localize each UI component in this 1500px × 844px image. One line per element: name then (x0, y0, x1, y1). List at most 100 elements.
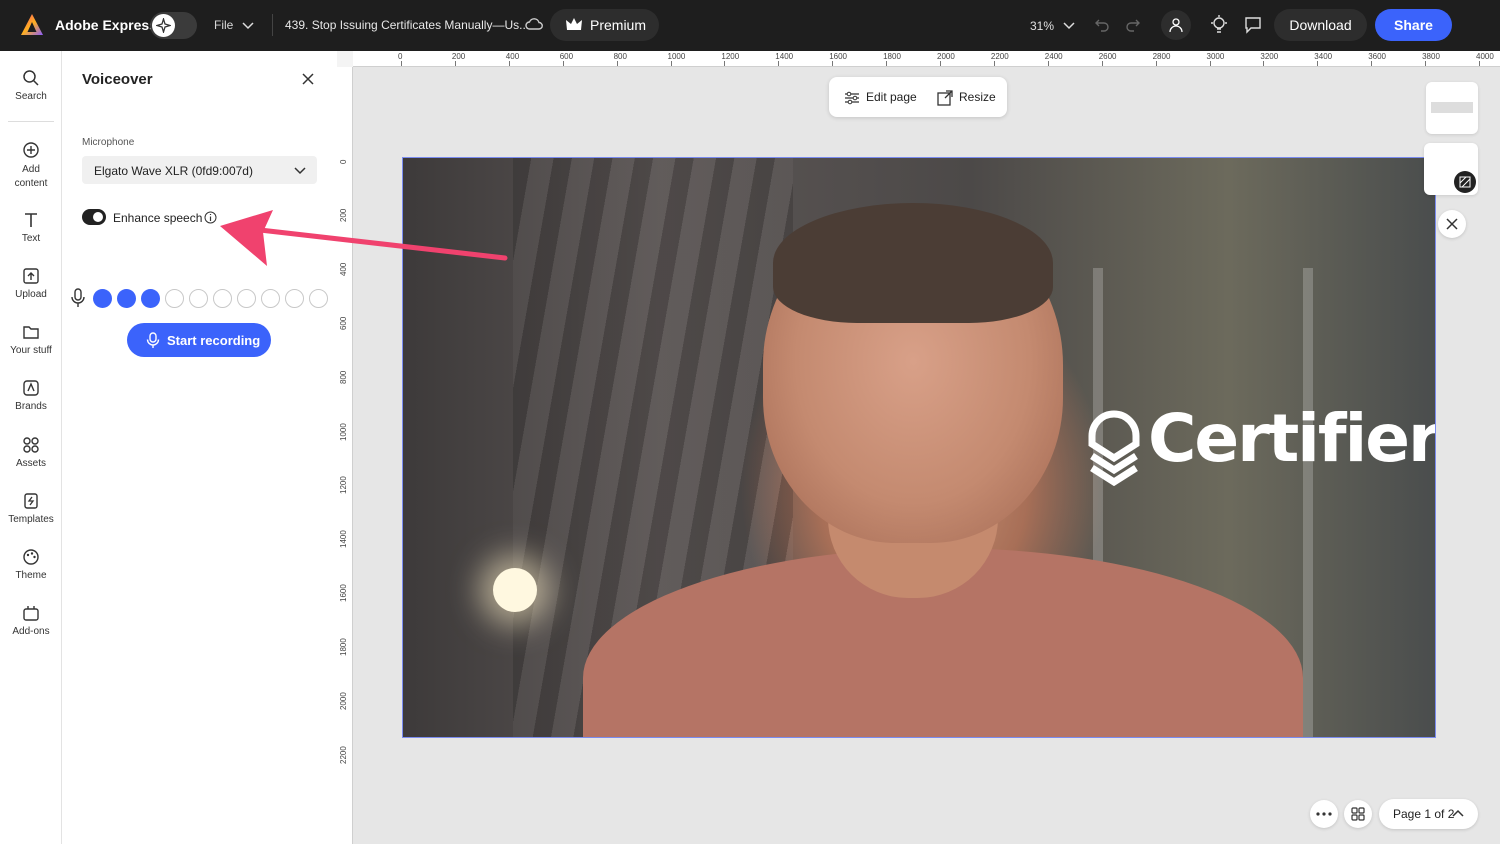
document-title[interactable]: 439. Stop Issuing Certificates Manually—… (285, 18, 529, 32)
voiceover-panel: Voiceover Microphone Elgato Wave XLR (0f… (62, 51, 337, 844)
microphone-icon (71, 288, 85, 307)
ruler-tick-label: 600 (559, 52, 574, 61)
text-icon (25, 213, 37, 227)
cloud-sync-icon[interactable] (525, 16, 543, 32)
chevron-down-icon[interactable] (1062, 18, 1076, 32)
close-panel-button[interactable] (1438, 210, 1466, 238)
ruler-tick (454, 61, 456, 66)
assets-icon (23, 437, 39, 453)
level-dot (309, 289, 328, 308)
ruler-tick (993, 61, 995, 66)
rail-label: Assets (15, 458, 46, 469)
ruler-tick-label: 3600 (1368, 52, 1386, 61)
level-dot (141, 289, 160, 308)
level-dot (117, 289, 136, 308)
close-icon (1446, 218, 1458, 230)
download-button[interactable]: Download (1274, 9, 1367, 41)
ruler-tick-label: 200 (451, 52, 466, 61)
workspace-switch[interactable] (150, 12, 197, 39)
ruler-tick-label: 1400 (775, 52, 794, 61)
ruler-tick (1047, 61, 1049, 66)
person-hair (773, 203, 1053, 323)
rail-label: Theme (15, 570, 47, 581)
rail-item-your-stuff[interactable]: Your stuff (0, 323, 62, 356)
page-thumbnail-2[interactable] (1424, 143, 1478, 195)
ruler-tick-label: 2400 (1044, 52, 1063, 61)
close-icon[interactable] (301, 72, 315, 86)
ruler-tick (616, 61, 618, 66)
resize-button[interactable]: Resize (937, 90, 996, 106)
start-recording-label: Start recording (167, 333, 261, 348)
adobe-express-logo-icon[interactable] (20, 13, 44, 37)
rail-item-add-content[interactable]: Add content (0, 141, 62, 191)
grid-view-button[interactable] (1344, 800, 1372, 828)
rail-item-add-ons[interactable]: Add-ons (0, 604, 62, 637)
rail-item-text[interactable]: Text (0, 211, 62, 244)
ruler-tick-label: 3800 (1422, 52, 1440, 61)
ruler-tick-label: 2200 (990, 52, 1009, 61)
ruler-tick-label: 1000 (339, 422, 348, 441)
ruler-tick-label: 1000 (667, 52, 686, 61)
microphone-select[interactable]: Elgato Wave XLR (0fd9:007d) (82, 156, 317, 184)
rail-item-assets[interactable]: Assets (0, 436, 62, 469)
ruler-tick (401, 61, 402, 66)
ruler-tick-label: 1800 (883, 52, 901, 61)
ruler-tick (832, 61, 834, 66)
enhance-speech-toggle[interactable] (82, 209, 106, 225)
comment-icon[interactable] (1244, 16, 1262, 34)
edit-page-button[interactable]: Edit page (844, 90, 917, 105)
rail-label: Search (15, 91, 47, 102)
rail-item-templates[interactable]: Templates (0, 492, 62, 525)
redo-icon[interactable] (1125, 17, 1141, 33)
ruler-tick-label: 2200 (339, 746, 348, 764)
page-navigator[interactable]: Page 1 of 2 (1379, 799, 1478, 829)
chevron-up-icon (1452, 809, 1464, 817)
ruler-tick (1209, 61, 1211, 66)
ruler-tick (562, 61, 564, 66)
ruler-tick-label: 2000 (937, 52, 955, 61)
palette-icon (23, 549, 39, 565)
canvas-toolbar: Edit page Resize (829, 77, 1007, 117)
rail-item-theme[interactable]: Theme (0, 548, 62, 581)
chevron-down-icon (294, 167, 306, 175)
ruler-tick (1155, 61, 1157, 66)
start-recording-button[interactable]: Start recording (127, 323, 271, 357)
person-add-icon (1169, 18, 1183, 33)
ruler-tick (886, 61, 888, 66)
microphone-icon (146, 332, 160, 348)
premium-button[interactable]: Premium (550, 9, 659, 41)
collaborate-button[interactable] (1161, 10, 1191, 40)
ruler-tick-label: 2000 (339, 692, 348, 710)
ruler-tick-label: 3000 (1206, 52, 1225, 61)
sparkle-icon (156, 18, 171, 33)
rail-item-search[interactable]: Search (0, 69, 62, 102)
share-button[interactable]: Share (1375, 9, 1452, 41)
ruler-tick (670, 61, 672, 66)
folder-icon (23, 326, 39, 339)
page-thumbnail-1[interactable] (1426, 82, 1478, 134)
ruler-tick-label: 1600 (829, 52, 847, 61)
more-horizontal-icon (1316, 812, 1332, 816)
more-options-button[interactable] (1310, 800, 1338, 828)
edit-page-label: Edit page (866, 90, 917, 104)
zoom-level[interactable]: 31% (1030, 19, 1054, 33)
ruler-tick-label: 2800 (1152, 52, 1171, 61)
rail-item-brands[interactable]: Brands (0, 379, 62, 412)
undo-icon[interactable] (1094, 17, 1110, 33)
design-canvas[interactable]: Certifier (402, 157, 1436, 738)
ruler-tick (1101, 61, 1103, 66)
level-dot (189, 289, 208, 308)
level-dot (93, 289, 112, 308)
lightbulb-icon[interactable] (1210, 15, 1228, 35)
rail-label: Your stuff (10, 345, 52, 356)
divider (272, 14, 273, 36)
resize-label: Resize (959, 90, 996, 105)
rail-label: Add-ons (12, 626, 50, 637)
chevron-down-icon[interactable] (241, 18, 255, 32)
crown-icon (566, 18, 582, 30)
file-menu[interactable]: File (214, 18, 233, 32)
templates-icon (24, 493, 38, 509)
rail-item-upload[interactable]: Upload (0, 267, 62, 300)
ruler-tick-label: 1200 (339, 476, 348, 495)
thumbnail-badge[interactable] (1454, 171, 1476, 193)
